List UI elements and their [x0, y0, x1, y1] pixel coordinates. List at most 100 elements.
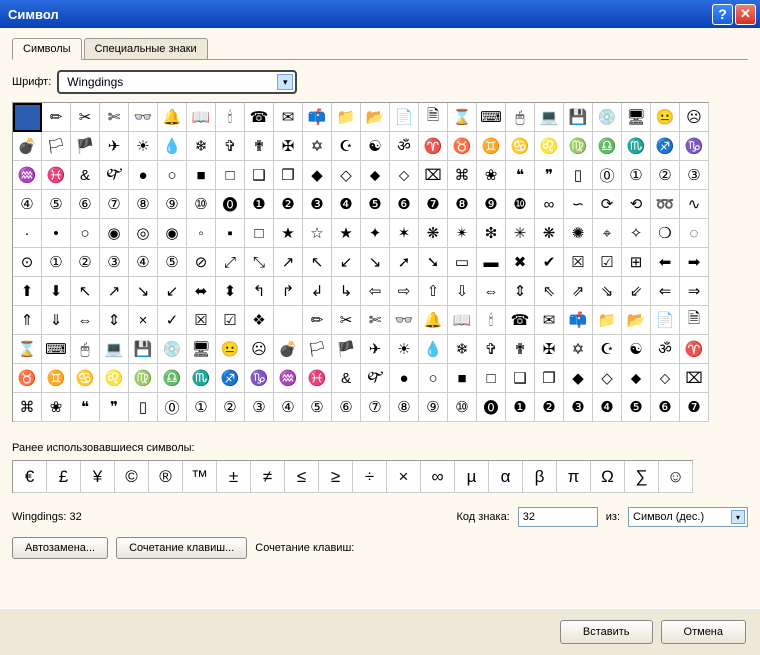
char-cell[interactable]: ↖	[303, 248, 332, 277]
char-cell[interactable]: ✦	[361, 219, 390, 248]
char-cell[interactable]: ⬥	[361, 161, 390, 190]
char-cell[interactable]: ⬌	[187, 277, 216, 306]
char-cell[interactable]: □	[477, 364, 506, 393]
char-cell[interactable]: ☒	[564, 248, 593, 277]
char-cell[interactable]: ⇨	[390, 277, 419, 306]
char-cell[interactable]: ↙	[158, 277, 187, 306]
char-cell[interactable]: ✳	[506, 219, 535, 248]
char-cell[interactable]: ❀	[42, 393, 71, 422]
char-cell[interactable]: 💻	[535, 103, 564, 132]
char-cell[interactable]: ✴	[448, 219, 477, 248]
char-cell[interactable]: ❑	[506, 364, 535, 393]
char-cell[interactable]: ♋	[506, 132, 535, 161]
char-cell[interactable]: ♏	[187, 364, 216, 393]
char-cell[interactable]: 💻	[100, 335, 129, 364]
char-cell[interactable]: ◆	[303, 161, 332, 190]
char-cell[interactable]: ✄	[361, 306, 390, 335]
char-cell[interactable]: ③	[680, 161, 709, 190]
cancel-button[interactable]: Отмена	[661, 620, 746, 644]
char-cell[interactable]: ⊞	[622, 248, 651, 277]
char-cell[interactable]: 🙰	[361, 364, 390, 393]
char-cell[interactable]: ④	[13, 190, 42, 219]
char-cell[interactable]: ⑤	[42, 190, 71, 219]
char-cell[interactable]: ♊	[42, 364, 71, 393]
char-cell[interactable]: ⇑	[13, 306, 42, 335]
char-cell[interactable]: ☑	[216, 306, 245, 335]
char-cell[interactable]: ○	[419, 364, 448, 393]
char-cell[interactable]: ↙	[332, 248, 361, 277]
char-cell[interactable]: ✏	[42, 103, 71, 132]
char-cell[interactable]: ④	[129, 248, 158, 277]
char-cell[interactable]: ✞	[216, 132, 245, 161]
char-cell[interactable]: ✞	[477, 335, 506, 364]
char-cell[interactable]: ③	[245, 393, 274, 422]
char-cell[interactable]: 📄	[390, 103, 419, 132]
char-cell[interactable]: ⬥	[622, 364, 651, 393]
char-cell[interactable]: ❹	[332, 190, 361, 219]
char-cell[interactable]: ❒	[535, 364, 564, 393]
char-cell[interactable]: ❷	[274, 190, 303, 219]
char-cell[interactable]: ❀	[477, 161, 506, 190]
char-cell[interactable]: ✏	[303, 306, 332, 335]
recent-cell[interactable]: ≤	[285, 461, 319, 493]
char-cell[interactable]: ⤢	[216, 248, 245, 277]
char-cell[interactable]: ☎	[506, 306, 535, 335]
char-cell[interactable]: ✉	[274, 103, 303, 132]
char-cell[interactable]: ⑨	[158, 190, 187, 219]
char-cell[interactable]: 🗎	[419, 103, 448, 132]
char-cell[interactable]: 🏳	[303, 335, 332, 364]
char-cell[interactable]: ⬅	[651, 248, 680, 277]
char-cell[interactable]: ✟	[245, 132, 274, 161]
char-cell[interactable]: 🏳	[42, 132, 71, 161]
char-cell[interactable]: ②	[71, 248, 100, 277]
recent-cell[interactable]: π	[557, 461, 591, 493]
char-cell[interactable]: ⇦	[361, 277, 390, 306]
char-cell[interactable]: ■	[187, 161, 216, 190]
recent-cell[interactable]: ¥	[81, 461, 115, 493]
char-cell[interactable]: ✔	[535, 248, 564, 277]
recent-cell[interactable]: ™	[183, 461, 217, 493]
recent-cell[interactable]: ≠	[251, 461, 285, 493]
char-cell[interactable]: ⇔	[477, 277, 506, 306]
char-cell[interactable]: ❹	[593, 393, 622, 422]
char-cell[interactable]: ☀	[129, 132, 158, 161]
char-cell[interactable]: ↘	[129, 277, 158, 306]
char-cell[interactable]: &	[71, 161, 100, 190]
char-cell[interactable]: ⑦	[100, 190, 129, 219]
char-cell[interactable]: ★	[332, 219, 361, 248]
char-cell[interactable]: 🕯	[477, 306, 506, 335]
char-cell[interactable]: ▯	[564, 161, 593, 190]
char-cell[interactable]: ⬦	[651, 364, 680, 393]
char-cell[interactable]: ⬦	[390, 161, 419, 190]
char-cell[interactable]: ❝	[71, 393, 100, 422]
char-cell[interactable]: ⇓	[42, 306, 71, 335]
char-cell[interactable]: ⤡	[245, 248, 274, 277]
char-cell[interactable]: ⇒	[680, 277, 709, 306]
char-cell[interactable]: ⑧	[390, 393, 419, 422]
char-cell[interactable]: ♈	[419, 132, 448, 161]
char-cell[interactable]: ❋	[419, 219, 448, 248]
char-cell[interactable]: 😐	[216, 335, 245, 364]
char-cell[interactable]: ❷	[535, 393, 564, 422]
recent-cell[interactable]: ≥	[319, 461, 353, 493]
char-cell[interactable]: ⬍	[216, 277, 245, 306]
char-cell[interactable]: ↱	[274, 277, 303, 306]
recent-cell[interactable]: α	[489, 461, 523, 493]
char-cell[interactable]: ○	[71, 219, 100, 248]
char-cell[interactable]: ✡	[303, 132, 332, 161]
char-cell[interactable]: ✂	[332, 306, 361, 335]
char-cell[interactable]: ➚	[390, 248, 419, 277]
char-cell[interactable]: ①	[42, 248, 71, 277]
char-cell[interactable]: ♓	[303, 364, 332, 393]
char-cell[interactable]: ★	[274, 219, 303, 248]
char-cell[interactable]: •	[42, 219, 71, 248]
char-cell[interactable]: ♈	[680, 335, 709, 364]
char-cell[interactable]: ⑧	[129, 190, 158, 219]
recent-cell[interactable]: ®	[149, 461, 183, 493]
char-cell[interactable]: ▭	[448, 248, 477, 277]
char-cell[interactable]: ☪	[593, 335, 622, 364]
char-cell[interactable]: ●	[129, 161, 158, 190]
char-cell[interactable]: ⌖	[593, 219, 622, 248]
char-cell[interactable]: 👓	[129, 103, 158, 132]
insert-button[interactable]: Вставить	[560, 620, 653, 644]
